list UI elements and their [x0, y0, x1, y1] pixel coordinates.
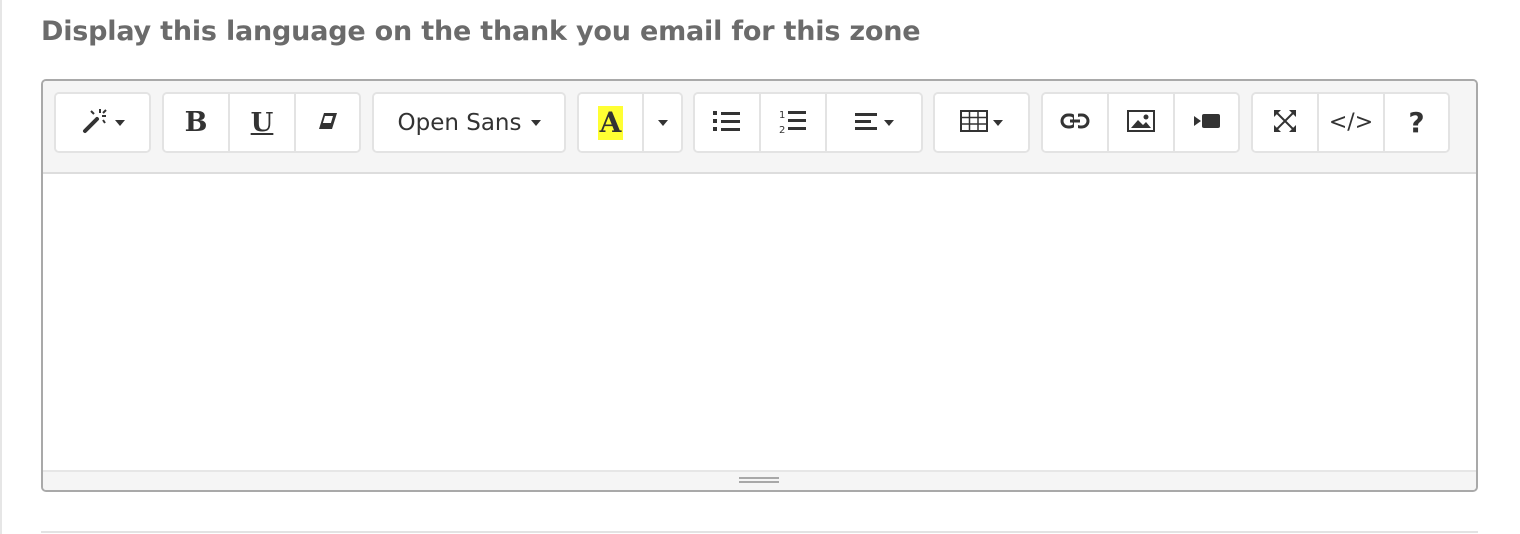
chevron-down-icon [530, 119, 541, 126]
underline-icon: U [250, 107, 274, 138]
code-view-icon: </> [1328, 110, 1374, 135]
misc-group: </> ? [1251, 92, 1450, 153]
chevron-down-icon [993, 119, 1003, 126]
chevron-down-icon [115, 119, 125, 126]
table-group [933, 92, 1030, 153]
style-button[interactable] [56, 94, 149, 151]
help-button[interactable]: ? [1385, 94, 1448, 151]
unordered-list-button[interactable] [695, 94, 761, 151]
table-icon [960, 109, 988, 136]
editor-toolbar: B U Open Sans A 1 2 </> ? [43, 81, 1476, 174]
underline-button[interactable]: U [230, 94, 296, 151]
fullscreen-button[interactable] [1253, 94, 1319, 151]
svg-text:1: 1 [779, 110, 785, 121]
font-color-icon: A [597, 105, 624, 140]
picture-icon [1127, 109, 1155, 136]
unordered-list-icon [713, 109, 741, 137]
bold-icon: B [184, 107, 208, 138]
ordered-list-button[interactable]: 1 2 [761, 94, 827, 151]
clear-format-button[interactable] [296, 94, 359, 151]
section-divider [41, 531, 1478, 533]
editor-content-area[interactable] [43, 174, 1476, 472]
chevron-down-icon [883, 119, 894, 126]
video-icon [1193, 112, 1221, 134]
fullscreen-icon [1273, 109, 1297, 137]
page-left-border [0, 0, 2, 534]
insert-group [1041, 92, 1240, 153]
video-button[interactable] [1175, 94, 1238, 151]
color-dropdown-button[interactable] [644, 94, 681, 151]
magic-wand-icon [80, 106, 110, 140]
font-color-button[interactable]: A [579, 94, 644, 151]
resize-handle[interactable] [739, 477, 779, 485]
rich-text-editor: B U Open Sans A 1 2 </> ? [41, 79, 1478, 492]
chevron-down-icon [657, 119, 668, 126]
eraser-icon [317, 110, 339, 136]
field-label: Display this language on the thank you e… [41, 16, 921, 47]
editor-statusbar [43, 470, 1476, 490]
font-family-value: Open Sans [397, 109, 522, 136]
help-icon: ? [1408, 106, 1425, 139]
style-group [54, 92, 151, 153]
code-view-button[interactable]: </> [1319, 94, 1385, 151]
paragraph-align-button[interactable] [827, 94, 921, 151]
picture-button[interactable] [1109, 94, 1175, 151]
link-icon [1060, 111, 1090, 135]
font-family-dropdown[interactable]: Open Sans [374, 94, 564, 151]
color-group: A [577, 92, 683, 153]
font-name-group: Open Sans [372, 92, 566, 153]
link-button[interactable] [1043, 94, 1109, 151]
paragraph-group: 1 2 [693, 92, 923, 153]
table-button[interactable] [935, 94, 1028, 151]
bold-button[interactable]: B [164, 94, 230, 151]
font-style-group: B U [162, 92, 361, 153]
align-left-icon [854, 111, 879, 135]
svg-text:2: 2 [779, 125, 785, 134]
ordered-list-icon: 1 2 [779, 108, 807, 138]
